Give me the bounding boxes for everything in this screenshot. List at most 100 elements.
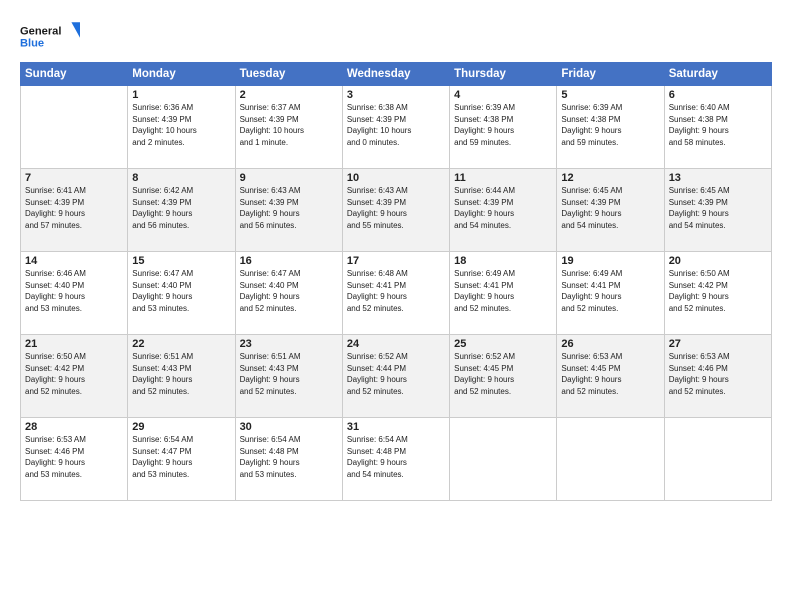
day-cell: 5Sunrise: 6:39 AM Sunset: 4:38 PM Daylig… xyxy=(557,86,664,169)
day-number: 8 xyxy=(132,172,230,184)
day-cell: 31Sunrise: 6:54 AM Sunset: 4:48 PM Dayli… xyxy=(342,418,449,501)
day-cell: 27Sunrise: 6:53 AM Sunset: 4:46 PM Dayli… xyxy=(664,335,771,418)
day-info: Sunrise: 6:46 AM Sunset: 4:40 PM Dayligh… xyxy=(25,268,123,314)
col-header-sunday: Sunday xyxy=(21,63,128,86)
day-number: 7 xyxy=(25,172,123,184)
day-cell: 28Sunrise: 6:53 AM Sunset: 4:46 PM Dayli… xyxy=(21,418,128,501)
day-number: 24 xyxy=(347,338,445,350)
day-info: Sunrise: 6:52 AM Sunset: 4:45 PM Dayligh… xyxy=(454,351,552,397)
header: General Blue xyxy=(20,18,772,54)
week-row-1: 7Sunrise: 6:41 AM Sunset: 4:39 PM Daylig… xyxy=(21,169,772,252)
day-number: 3 xyxy=(347,89,445,101)
day-info: Sunrise: 6:39 AM Sunset: 4:38 PM Dayligh… xyxy=(454,102,552,148)
day-info: Sunrise: 6:45 AM Sunset: 4:39 PM Dayligh… xyxy=(561,185,659,231)
day-info: Sunrise: 6:51 AM Sunset: 4:43 PM Dayligh… xyxy=(240,351,338,397)
day-info: Sunrise: 6:39 AM Sunset: 4:38 PM Dayligh… xyxy=(561,102,659,148)
day-info: Sunrise: 6:41 AM Sunset: 4:39 PM Dayligh… xyxy=(25,185,123,231)
day-info: Sunrise: 6:53 AM Sunset: 4:46 PM Dayligh… xyxy=(669,351,767,397)
day-info: Sunrise: 6:48 AM Sunset: 4:41 PM Dayligh… xyxy=(347,268,445,314)
day-cell: 17Sunrise: 6:48 AM Sunset: 4:41 PM Dayli… xyxy=(342,252,449,335)
day-info: Sunrise: 6:37 AM Sunset: 4:39 PM Dayligh… xyxy=(240,102,338,148)
day-info: Sunrise: 6:51 AM Sunset: 4:43 PM Dayligh… xyxy=(132,351,230,397)
day-cell: 29Sunrise: 6:54 AM Sunset: 4:47 PM Dayli… xyxy=(128,418,235,501)
day-cell: 3Sunrise: 6:38 AM Sunset: 4:39 PM Daylig… xyxy=(342,86,449,169)
day-number: 14 xyxy=(25,255,123,267)
day-cell: 30Sunrise: 6:54 AM Sunset: 4:48 PM Dayli… xyxy=(235,418,342,501)
day-number: 26 xyxy=(561,338,659,350)
day-cell: 24Sunrise: 6:52 AM Sunset: 4:44 PM Dayli… xyxy=(342,335,449,418)
day-cell: 12Sunrise: 6:45 AM Sunset: 4:39 PM Dayli… xyxy=(557,169,664,252)
day-cell: 14Sunrise: 6:46 AM Sunset: 4:40 PM Dayli… xyxy=(21,252,128,335)
day-cell: 10Sunrise: 6:43 AM Sunset: 4:39 PM Dayli… xyxy=(342,169,449,252)
svg-text:Blue: Blue xyxy=(20,37,44,49)
col-header-tuesday: Tuesday xyxy=(235,63,342,86)
day-cell: 23Sunrise: 6:51 AM Sunset: 4:43 PM Dayli… xyxy=(235,335,342,418)
day-number: 11 xyxy=(454,172,552,184)
day-info: Sunrise: 6:54 AM Sunset: 4:48 PM Dayligh… xyxy=(347,434,445,480)
day-number: 10 xyxy=(347,172,445,184)
day-cell: 11Sunrise: 6:44 AM Sunset: 4:39 PM Dayli… xyxy=(450,169,557,252)
calendar-table: SundayMondayTuesdayWednesdayThursdayFrid… xyxy=(20,62,772,501)
day-cell: 20Sunrise: 6:50 AM Sunset: 4:42 PM Dayli… xyxy=(664,252,771,335)
day-info: Sunrise: 6:53 AM Sunset: 4:46 PM Dayligh… xyxy=(25,434,123,480)
day-info: Sunrise: 6:50 AM Sunset: 4:42 PM Dayligh… xyxy=(25,351,123,397)
day-info: Sunrise: 6:52 AM Sunset: 4:44 PM Dayligh… xyxy=(347,351,445,397)
day-number: 20 xyxy=(669,255,767,267)
day-info: Sunrise: 6:43 AM Sunset: 4:39 PM Dayligh… xyxy=(347,185,445,231)
day-cell: 6Sunrise: 6:40 AM Sunset: 4:38 PM Daylig… xyxy=(664,86,771,169)
day-cell xyxy=(21,86,128,169)
col-header-friday: Friday xyxy=(557,63,664,86)
day-info: Sunrise: 6:45 AM Sunset: 4:39 PM Dayligh… xyxy=(669,185,767,231)
day-number: 4 xyxy=(454,89,552,101)
day-cell: 1Sunrise: 6:36 AM Sunset: 4:39 PM Daylig… xyxy=(128,86,235,169)
day-number: 19 xyxy=(561,255,659,267)
logo-svg: General Blue xyxy=(20,18,80,54)
day-info: Sunrise: 6:53 AM Sunset: 4:45 PM Dayligh… xyxy=(561,351,659,397)
day-info: Sunrise: 6:44 AM Sunset: 4:39 PM Dayligh… xyxy=(454,185,552,231)
day-cell: 9Sunrise: 6:43 AM Sunset: 4:39 PM Daylig… xyxy=(235,169,342,252)
day-info: Sunrise: 6:36 AM Sunset: 4:39 PM Dayligh… xyxy=(132,102,230,148)
col-header-monday: Monday xyxy=(128,63,235,86)
day-cell: 18Sunrise: 6:49 AM Sunset: 4:41 PM Dayli… xyxy=(450,252,557,335)
day-number: 21 xyxy=(25,338,123,350)
col-header-saturday: Saturday xyxy=(664,63,771,86)
day-info: Sunrise: 6:43 AM Sunset: 4:39 PM Dayligh… xyxy=(240,185,338,231)
day-cell: 13Sunrise: 6:45 AM Sunset: 4:39 PM Dayli… xyxy=(664,169,771,252)
day-number: 23 xyxy=(240,338,338,350)
page: General Blue SundayMondayTuesdayWednesda… xyxy=(0,0,792,612)
day-cell: 15Sunrise: 6:47 AM Sunset: 4:40 PM Dayli… xyxy=(128,252,235,335)
day-cell: 22Sunrise: 6:51 AM Sunset: 4:43 PM Dayli… xyxy=(128,335,235,418)
day-cell xyxy=(557,418,664,501)
day-number: 27 xyxy=(669,338,767,350)
day-info: Sunrise: 6:54 AM Sunset: 4:48 PM Dayligh… xyxy=(240,434,338,480)
day-info: Sunrise: 6:40 AM Sunset: 4:38 PM Dayligh… xyxy=(669,102,767,148)
day-number: 16 xyxy=(240,255,338,267)
logo: General Blue xyxy=(20,18,80,54)
week-row-3: 21Sunrise: 6:50 AM Sunset: 4:42 PM Dayli… xyxy=(21,335,772,418)
day-number: 18 xyxy=(454,255,552,267)
day-number: 29 xyxy=(132,421,230,433)
week-row-0: 1Sunrise: 6:36 AM Sunset: 4:39 PM Daylig… xyxy=(21,86,772,169)
day-info: Sunrise: 6:54 AM Sunset: 4:47 PM Dayligh… xyxy=(132,434,230,480)
week-row-4: 28Sunrise: 6:53 AM Sunset: 4:46 PM Dayli… xyxy=(21,418,772,501)
day-number: 2 xyxy=(240,89,338,101)
day-info: Sunrise: 6:47 AM Sunset: 4:40 PM Dayligh… xyxy=(132,268,230,314)
day-number: 15 xyxy=(132,255,230,267)
day-number: 30 xyxy=(240,421,338,433)
day-cell: 8Sunrise: 6:42 AM Sunset: 4:39 PM Daylig… xyxy=(128,169,235,252)
day-number: 25 xyxy=(454,338,552,350)
day-cell: 16Sunrise: 6:47 AM Sunset: 4:40 PM Dayli… xyxy=(235,252,342,335)
day-cell: 25Sunrise: 6:52 AM Sunset: 4:45 PM Dayli… xyxy=(450,335,557,418)
day-info: Sunrise: 6:49 AM Sunset: 4:41 PM Dayligh… xyxy=(561,268,659,314)
day-number: 5 xyxy=(561,89,659,101)
day-number: 28 xyxy=(25,421,123,433)
day-number: 1 xyxy=(132,89,230,101)
day-number: 13 xyxy=(669,172,767,184)
day-info: Sunrise: 6:50 AM Sunset: 4:42 PM Dayligh… xyxy=(669,268,767,314)
svg-text:General: General xyxy=(20,25,61,37)
day-info: Sunrise: 6:42 AM Sunset: 4:39 PM Dayligh… xyxy=(132,185,230,231)
day-number: 22 xyxy=(132,338,230,350)
day-cell: 7Sunrise: 6:41 AM Sunset: 4:39 PM Daylig… xyxy=(21,169,128,252)
day-info: Sunrise: 6:47 AM Sunset: 4:40 PM Dayligh… xyxy=(240,268,338,314)
header-row: SundayMondayTuesdayWednesdayThursdayFrid… xyxy=(21,63,772,86)
